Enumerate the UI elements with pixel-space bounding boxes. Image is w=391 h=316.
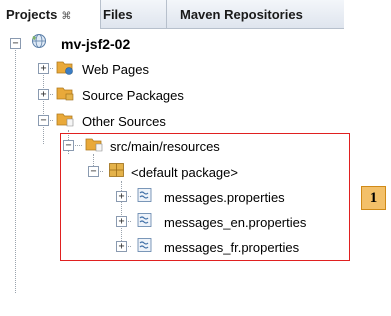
tree-node-project[interactable]: mv-jsf2-02 [61, 33, 130, 55]
tab-close-icon[interactable]: ⌘ [61, 11, 71, 22]
tab-projects-label: Projects [6, 7, 58, 22]
tab-bar: Projects ⌘ Files Maven Repositories [0, 0, 344, 29]
tab-files-label: Files [103, 7, 133, 22]
other-sources-folder-icon [56, 113, 74, 127]
expand-toggle[interactable]: + [38, 63, 49, 74]
expand-toggle[interactable]: + [38, 89, 49, 100]
tab-files[interactable]: Files [103, 0, 161, 29]
web-pages-folder-icon [56, 61, 73, 75]
web-pages-label: Web Pages [82, 61, 149, 77]
source-packages-folder-icon [56, 87, 74, 101]
source-packages-label: Source Packages [82, 87, 184, 103]
other-sources-label: Other Sources [82, 113, 166, 129]
collapse-toggle[interactable]: − [10, 38, 21, 49]
tab-maven-repositories-label: Maven Repositories [180, 7, 303, 22]
tree-node-web-pages[interactable]: Web Pages [82, 58, 149, 80]
callout-badge: 1 [361, 186, 386, 210]
project-globe-icon [32, 34, 46, 48]
collapse-toggle[interactable]: − [38, 115, 49, 126]
tree-guide-line [15, 43, 16, 293]
tab-maven-repositories[interactable]: Maven Repositories [166, 0, 344, 29]
tab-projects[interactable]: Projects ⌘ [0, 0, 101, 29]
tree-node-other-sources[interactable]: Other Sources [82, 110, 166, 132]
callout-box [60, 133, 350, 261]
project-name: mv-jsf2-02 [61, 36, 131, 52]
tree-node-source-packages[interactable]: Source Packages [82, 84, 184, 106]
tree-guide-line [43, 69, 44, 144]
